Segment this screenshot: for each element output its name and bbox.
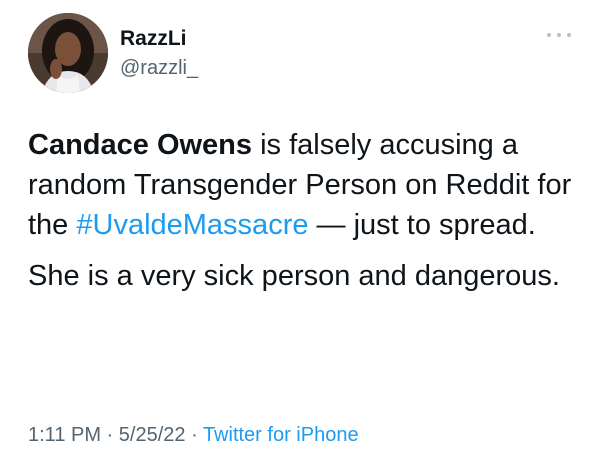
display-name[interactable]: RazzLi xyxy=(120,26,198,52)
source-link[interactable]: Twitter for iPhone xyxy=(203,424,359,446)
tweet-text: Candace Owens is falsely accusing a rand… xyxy=(28,125,573,296)
more-options-icon[interactable] xyxy=(547,30,571,40)
author-info: RazzLi @razzli_ xyxy=(120,26,198,81)
dot xyxy=(547,33,551,37)
tweet-card: RazzLi @razzli_ Candace Owens is falsely… xyxy=(0,0,595,467)
separator: · xyxy=(101,424,119,446)
tweet-metadata: 1:11 PM · 5/25/22 · Twitter for iPhone xyxy=(28,422,359,448)
tweet-paragraph-2: She is a very sick person and dangerous. xyxy=(28,260,560,292)
dot xyxy=(567,33,571,37)
avatar[interactable] xyxy=(28,13,108,93)
hashtag-link[interactable]: #UvaldeMassacre xyxy=(76,209,308,241)
dot xyxy=(557,33,561,37)
tweet-date[interactable]: 5/25/22 xyxy=(119,424,186,446)
tweet-paragraph-1: Candace Owens is falsely accusing a rand… xyxy=(28,125,573,245)
tweet-text-part-2: — just to spread. xyxy=(308,209,536,241)
tweet-time[interactable]: 1:11 PM xyxy=(28,424,101,446)
separator: · xyxy=(185,424,203,446)
avatar-image xyxy=(28,13,108,93)
mentioned-name: Candace Owens xyxy=(28,129,253,161)
user-handle[interactable]: @razzli_ xyxy=(120,55,198,81)
